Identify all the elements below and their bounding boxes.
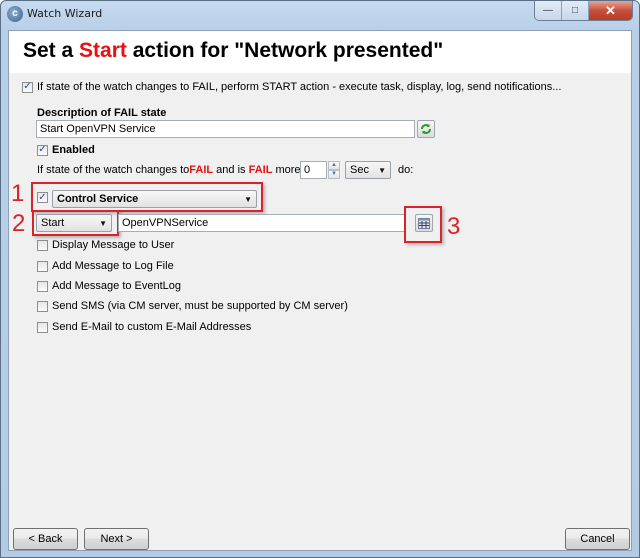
fail-condition-text: If state of the watch changes to FAIL an… xyxy=(37,164,325,176)
option-label: Add Message to EventLog xyxy=(52,280,182,292)
spin-up-icon[interactable]: ▲ xyxy=(328,161,340,170)
duration-spinner[interactable]: ▲ ▼ xyxy=(328,161,340,179)
option-display-message[interactable]: Display Message to User xyxy=(37,239,174,251)
back-button[interactable]: < Back xyxy=(13,528,78,550)
fail-keyword: FAIL xyxy=(189,164,214,176)
annotation-number-2: 2 xyxy=(12,210,26,237)
next-button[interactable]: Next > xyxy=(84,528,149,550)
wizard-header: Set a Start action for "Network presente… xyxy=(9,31,631,73)
title-prefix: Set a xyxy=(23,39,80,62)
option-label: Send SMS (via CM server, must be support… xyxy=(52,300,348,312)
annotation-number-3: 3 xyxy=(447,213,461,240)
refresh-button[interactable] xyxy=(417,120,435,138)
close-icon: ✕ xyxy=(605,2,616,18)
app-icon: c xyxy=(7,6,23,22)
perform-action-checkbox[interactable]: ✓ If state of the watch changes to FAIL,… xyxy=(22,81,561,93)
do-label: do: xyxy=(398,164,414,176)
watch-wizard-window: c Watch Wizard — □ ✕ Set a Start action … xyxy=(0,0,640,558)
maximize-button[interactable]: □ xyxy=(562,1,589,20)
page-title: Set a Start action for "Network presente… xyxy=(23,39,443,63)
duration-input[interactable]: 0 xyxy=(300,161,327,179)
option-eventlog[interactable]: Add Message to EventLog xyxy=(37,280,181,292)
checkbox-unchecked-icon xyxy=(37,321,48,333)
title-action: Start xyxy=(79,39,127,62)
checkbox-unchecked-icon xyxy=(37,280,48,292)
checkbox-unchecked-icon xyxy=(37,239,48,251)
annotation-box-1 xyxy=(31,182,263,212)
duration-unit-select[interactable]: Sec ▼ xyxy=(345,161,391,179)
cancel-button[interactable]: Cancel xyxy=(565,528,630,550)
window-controls: — □ ✕ xyxy=(534,1,633,21)
minimize-icon: — xyxy=(543,5,553,16)
title-bar: c Watch Wizard — □ ✕ xyxy=(1,1,639,27)
option-send-email[interactable]: Send E-Mail to custom E-Mail Addresses xyxy=(37,321,251,333)
spin-down-icon[interactable]: ▼ xyxy=(328,170,340,179)
fail-keyword: FAIL xyxy=(248,164,273,176)
refresh-icon xyxy=(421,124,431,134)
option-label: Display Message to User xyxy=(52,239,175,251)
annotation-box-2 xyxy=(32,210,119,236)
maximize-icon: □ xyxy=(571,5,579,16)
condition-text-1: If state of the watch changes to xyxy=(37,164,190,176)
checkbox-unchecked-icon xyxy=(37,260,48,272)
close-button[interactable]: ✕ xyxy=(589,1,632,20)
enabled-checkbox[interactable]: ✓ Enabled xyxy=(37,144,95,156)
annotation-number-1: 1 xyxy=(11,180,25,207)
description-input[interactable]: Start OpenVPN Service xyxy=(36,120,415,138)
chevron-down-icon: ▼ xyxy=(378,165,386,175)
condition-text-2: and is xyxy=(213,164,249,176)
checkbox-checked-icon: ✓ xyxy=(22,81,33,93)
description-label: Description of FAIL state xyxy=(37,107,167,119)
option-label: Add Message to Log File xyxy=(52,260,174,272)
checkbox-checked-icon: ✓ xyxy=(37,144,48,156)
service-name-input[interactable]: OpenVPNService xyxy=(118,214,405,232)
option-log-file[interactable]: Add Message to Log File xyxy=(37,260,174,272)
window-title: Watch Wizard xyxy=(27,7,103,20)
option-label: Send E-Mail to custom E-Mail Addresses xyxy=(52,321,252,333)
option-send-sms[interactable]: Send SMS (via CM server, must be support… xyxy=(37,300,348,312)
minimize-button[interactable]: — xyxy=(535,1,562,20)
title-suffix: action for "Network presented" xyxy=(126,39,444,62)
wizard-content: Set a Start action for "Network presente… xyxy=(8,30,632,551)
annotation-box-3 xyxy=(404,206,442,243)
perform-action-label: If state of the watch changes to FAIL, p… xyxy=(37,81,562,93)
enabled-label: Enabled xyxy=(52,144,95,156)
unit-value: Sec xyxy=(350,164,369,176)
checkbox-unchecked-icon xyxy=(37,300,48,312)
